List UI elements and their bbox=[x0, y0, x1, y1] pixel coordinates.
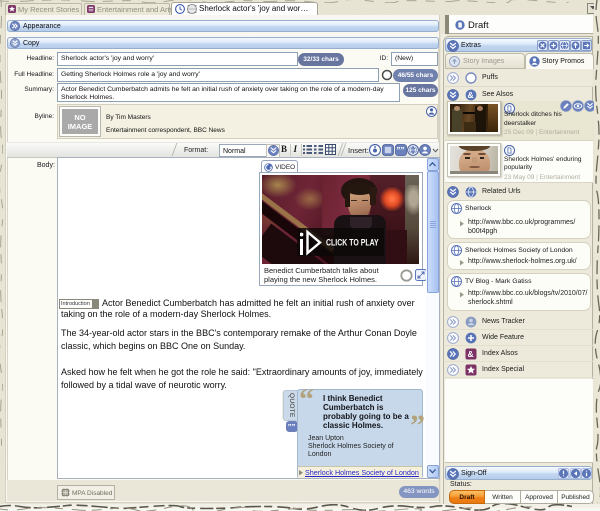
svg-text:&: & bbox=[468, 90, 474, 100]
svg-text:&: & bbox=[468, 349, 474, 359]
svg-text:”: ” bbox=[292, 422, 296, 431]
svg-text:”: ” bbox=[401, 146, 405, 155]
